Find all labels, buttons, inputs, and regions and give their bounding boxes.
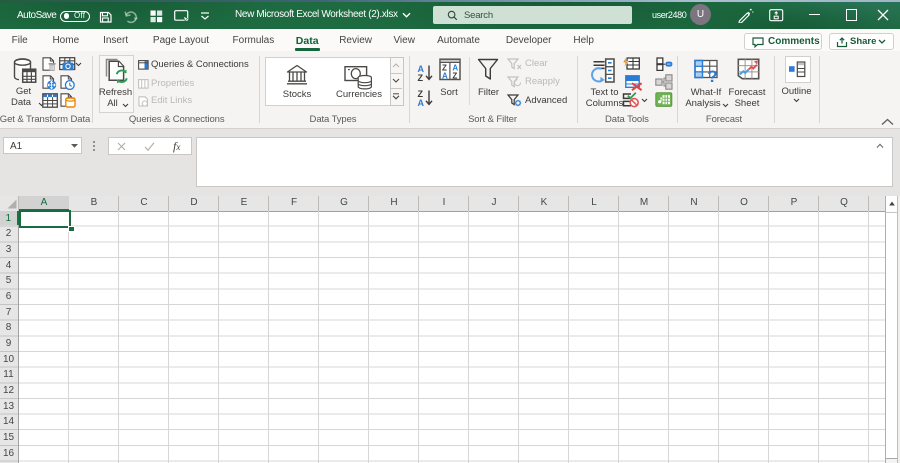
svg-text:?: ? xyxy=(707,67,717,84)
svg-text:A: A xyxy=(442,71,448,80)
svg-text:A: A xyxy=(417,98,424,107)
svg-text:Z: Z xyxy=(417,73,423,82)
svg-text:Z: Z xyxy=(452,71,457,80)
